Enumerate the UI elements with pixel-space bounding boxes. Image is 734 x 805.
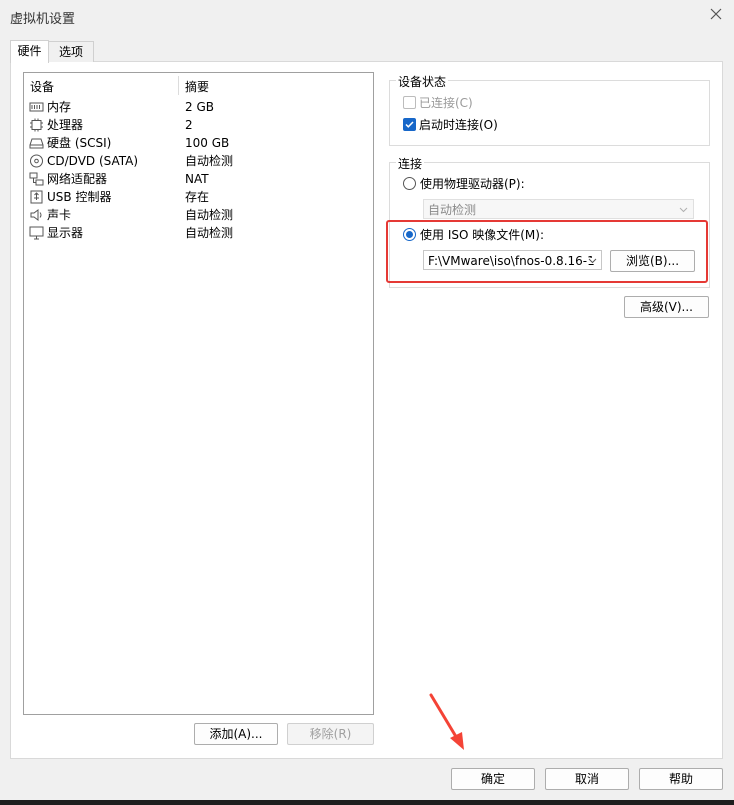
device-row-network[interactable]: 网络适配器 NAT [29,170,359,188]
network-icon [29,172,44,186]
advanced-button[interactable]: 高级(V)... [624,296,709,318]
connect-at-power-on-label: 启动时连接(O) [419,118,498,132]
checkmark-icon [405,121,414,128]
device-summary: 自动检测 [185,154,234,168]
cd-icon [29,154,44,168]
device-row-usb[interactable]: USB 控制器 存在 [29,188,359,206]
device-summary: NAT [185,172,209,186]
physical-drive-select[interactable]: 自动检测 [423,199,694,219]
physical-drive-label: 使用物理驱动器(P): [420,177,525,191]
physical-drive-value: 自动检测 [428,203,477,217]
device-row-sound[interactable]: 声卡 自动检测 [29,206,359,224]
device-row-harddisk[interactable]: 硬盘 (SCSI) 100 GB [29,134,359,152]
close-icon[interactable] [708,6,724,22]
cancel-button[interactable]: 取消 [545,768,629,790]
column-divider [178,76,179,95]
column-header-device[interactable]: 设备 [30,78,54,95]
connected-label: 已连接(C) [419,96,473,110]
device-name: 显示器 [47,226,84,240]
remove-device-button[interactable]: 移除(R) [287,723,374,745]
device-summary: 自动检测 [185,226,234,240]
device-name: 声卡 [47,208,72,222]
device-name: 内存 [47,100,72,114]
connection-label: 连接 [396,155,425,172]
arrow-annotation-icon [428,692,468,752]
harddisk-icon [29,136,44,150]
device-summary: 2 GB [185,100,214,114]
device-summary: 2 [185,118,193,132]
column-header-summary[interactable]: 摘要 [185,78,209,95]
tab-options[interactable]: 选项 [48,41,94,62]
window-title: 虚拟机设置 [10,12,76,27]
device-summary: 100 GB [185,136,230,150]
connect-at-power-on-checkbox[interactable] [403,118,416,131]
memory-icon [29,100,44,114]
device-name: 硬盘 (SCSI) [47,136,112,150]
device-summary: 存在 [185,190,210,204]
device-status-label: 设备状态 [396,73,449,90]
device-row-processor[interactable]: 处理器 2 [29,116,359,134]
device-summary: 自动检测 [185,208,234,222]
monitor-icon [29,226,44,240]
chevron-down-icon [679,207,688,213]
device-name: CD/DVD (SATA) [47,154,139,168]
tab-hardware[interactable]: 硬件 [10,40,49,63]
device-name: 处理器 [47,118,84,132]
help-button[interactable]: 帮助 [639,768,723,790]
device-row-display[interactable]: 显示器 自动检测 [29,224,359,242]
device-name: 网络适配器 [47,172,108,186]
device-name: USB 控制器 [47,190,112,204]
speaker-icon [29,208,44,222]
device-row-memory[interactable]: 内存 2 GB [29,98,359,116]
ok-button[interactable]: 确定 [451,768,535,790]
usb-icon [29,190,44,204]
device-row-cddvd[interactable]: CD/DVD (SATA) 自动检测 [29,152,359,170]
cpu-icon [29,118,44,132]
highlight-box [386,220,708,283]
connected-checkbox[interactable] [403,96,416,109]
physical-drive-radio[interactable] [403,177,416,190]
add-device-button[interactable]: 添加(A)... [194,723,278,745]
